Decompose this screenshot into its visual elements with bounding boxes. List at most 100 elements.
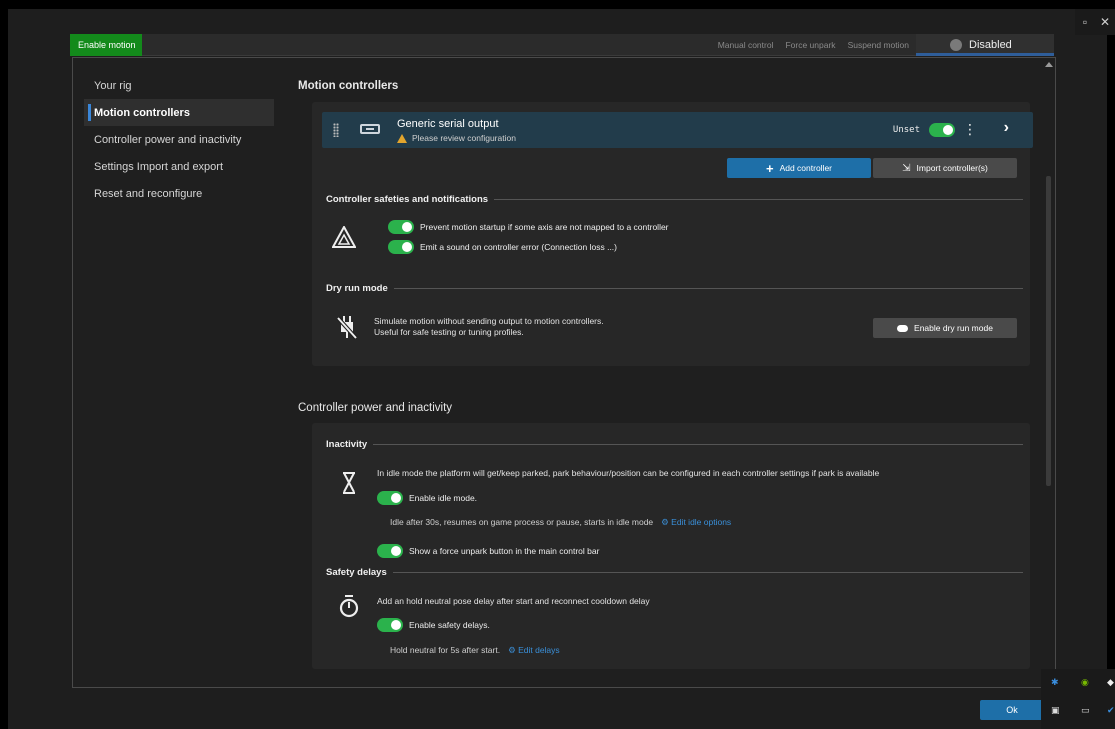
safety-summary: Hold neutral for 5s after start. ⚙ Edit … [390,645,560,656]
check-icon[interactable]: ✔ [1107,705,1115,716]
safety-summary-text: Hold neutral for 5s after start. [390,645,501,655]
dry-run-line-2: Useful for safe testing or tuning profil… [374,327,524,337]
battery-icon[interactable]: ▭ [1081,705,1090,716]
suspend-motion-button[interactable]: Suspend motion [848,40,909,50]
inactivity-heading-label: Inactivity [326,439,368,450]
edit-idle-options-label: Edit idle options [671,517,732,527]
gear-icon: ⚙ [661,517,669,527]
motion-controllers-title: Motion controllers [298,80,399,92]
drag-handle-icon[interactable] [333,123,339,137]
controller-row[interactable]: Generic serial output Please review conf… [322,112,1033,148]
divider [392,572,1023,573]
error-sound-label: Emit a sound on controller error (Connec… [420,242,618,252]
edit-idle-options-link[interactable]: ⚙ Edit idle options [661,517,731,528]
inactivity-description: In idle mode the platform will get/keep … [377,468,880,478]
scrollbar-thumb[interactable] [1046,176,1051,486]
enable-dry-run-label: Enable dry run mode [914,323,993,333]
close-icon[interactable]: ✕ [1095,9,1115,35]
force-unpark-option: Show a force unpark button in the main c… [377,544,599,558]
stopwatch-icon [339,595,359,618]
power-card: Inactivity In idle mode the platform wil… [312,423,1030,669]
safety-triangle-icon [332,226,356,248]
dry-run-description: Simulate motion without sending output t… [374,316,604,338]
import-icon: ⇲ [902,162,911,174]
prevent-startup-option: Prevent motion startup if some axis are … [388,220,669,234]
inactivity-heading: Inactivity [326,439,1023,450]
state-knob-icon [950,39,962,51]
window-controls: ▫ ✕ [1075,9,1115,35]
control-nav: Manual control Force unpark Suspend moti… [718,34,909,56]
chevron-right-icon[interactable]: › [1004,119,1009,137]
sidebar-item-your-rig[interactable]: Your rig [84,72,274,99]
edit-delays-link[interactable]: ⚙ Edit delays [508,645,560,656]
settings-sidebar: Your rig Motion controllers Controller p… [84,72,274,207]
add-controller-button[interactable]: + Add controller [727,158,871,178]
prevent-startup-label: Prevent motion startup if some axis are … [420,222,669,232]
unplugged-icon [336,316,358,340]
sidebar-item-motion-controllers[interactable]: Motion controllers [84,99,274,126]
enable-dry-run-button[interactable]: Enable dry run mode [873,318,1017,338]
force-unpark-button[interactable]: Force unpark [785,40,835,50]
idle-mode-toggle[interactable] [377,491,403,505]
force-unpark-toggle[interactable] [377,544,403,558]
force-unpark-label: Show a force unpark button in the main c… [409,546,600,556]
motion-state-toggle[interactable]: Disabled [916,34,1054,56]
bluetooth-icon[interactable]: ✱ [1051,677,1059,688]
hourglass-icon [343,472,355,494]
divider [393,288,1023,289]
enable-motion-button[interactable]: Enable motion [70,34,142,56]
toggle-icon [897,324,909,332]
import-controller-label: Import controller(s) [916,163,988,173]
safety-delays-toggle[interactable] [377,618,403,632]
safeties-heading: Controller safeties and notifications [326,194,1023,205]
safety-delays-option: Enable safety delays. [377,618,490,632]
manual-control-button[interactable]: Manual control [718,40,774,50]
safety-delays-label: Enable safety delays. [409,620,490,630]
add-controller-label: Add controller [779,163,833,173]
divider [494,199,1023,200]
prevent-startup-toggle[interactable] [388,220,414,234]
plus-icon: + [765,160,774,176]
settings-content: Motion controllers Generic serial output… [290,66,1033,686]
power-title: Controller power and inactivity [298,402,453,414]
motion-controllers-card: Generic serial output Please review conf… [312,102,1033,366]
dry-run-heading: Dry run mode [326,283,1023,294]
more-options-icon[interactable]: ⋮ [963,121,977,138]
shield-icon[interactable]: ◆ [1107,677,1114,688]
import-controller-button[interactable]: ⇲ Import controller(s) [873,158,1017,178]
nvidia-icon[interactable]: ◉ [1081,677,1089,688]
safety-delays-heading: Safety delays [326,567,1023,578]
idle-summary-text: Idle after 30s, resumes on game process … [390,517,654,527]
controller-enable-toggle[interactable] [929,123,955,137]
serial-port-icon [360,124,380,134]
dry-run-line-1: Simulate motion without sending output t… [374,316,604,326]
error-sound-option: Emit a sound on controller error (Connec… [388,240,617,254]
edit-delays-label: Edit delays [518,645,560,655]
controller-warning-text: Please review configuration [412,133,516,143]
sidebar-item-controller-power[interactable]: Controller power and inactivity [84,126,274,153]
safeties-heading-label: Controller safeties and notifications [326,194,489,205]
motion-state-label: Disabled [969,39,1012,51]
controller-status: Unset [892,125,920,135]
warning-icon [397,133,407,143]
divider [373,444,1023,445]
gear-icon: ⚙ [508,645,516,655]
scroll-up-icon[interactable] [1045,62,1053,67]
restore-icon[interactable]: ▫ [1075,9,1095,35]
sidebar-item-reset[interactable]: Reset and reconfigure [84,180,274,207]
idle-mode-label: Enable idle mode. [409,493,478,503]
state-progress-bar [916,53,1054,56]
sidebar-item-import-export[interactable]: Settings Import and export [84,153,274,180]
idle-summary: Idle after 30s, resumes on game process … [390,517,731,528]
dry-run-heading-label: Dry run mode [326,283,388,294]
tray-app-icon[interactable]: ▣ [1051,705,1060,716]
ok-button[interactable]: Ok [980,700,1044,720]
error-sound-toggle[interactable] [388,240,414,254]
main-control-bar: Enable motion Manual control Force unpar… [70,34,1054,56]
controller-name: Generic serial output [397,118,499,130]
safety-delays-heading-label: Safety delays [326,567,387,578]
system-tray: ✱ ◉ ◆ ▣ ▭ ✔ [1041,669,1115,729]
controller-warning: Please review configuration [397,133,516,143]
safety-description: Add an hold neutral pose delay after sta… [377,596,650,606]
idle-mode-option: Enable idle mode. [377,491,477,505]
